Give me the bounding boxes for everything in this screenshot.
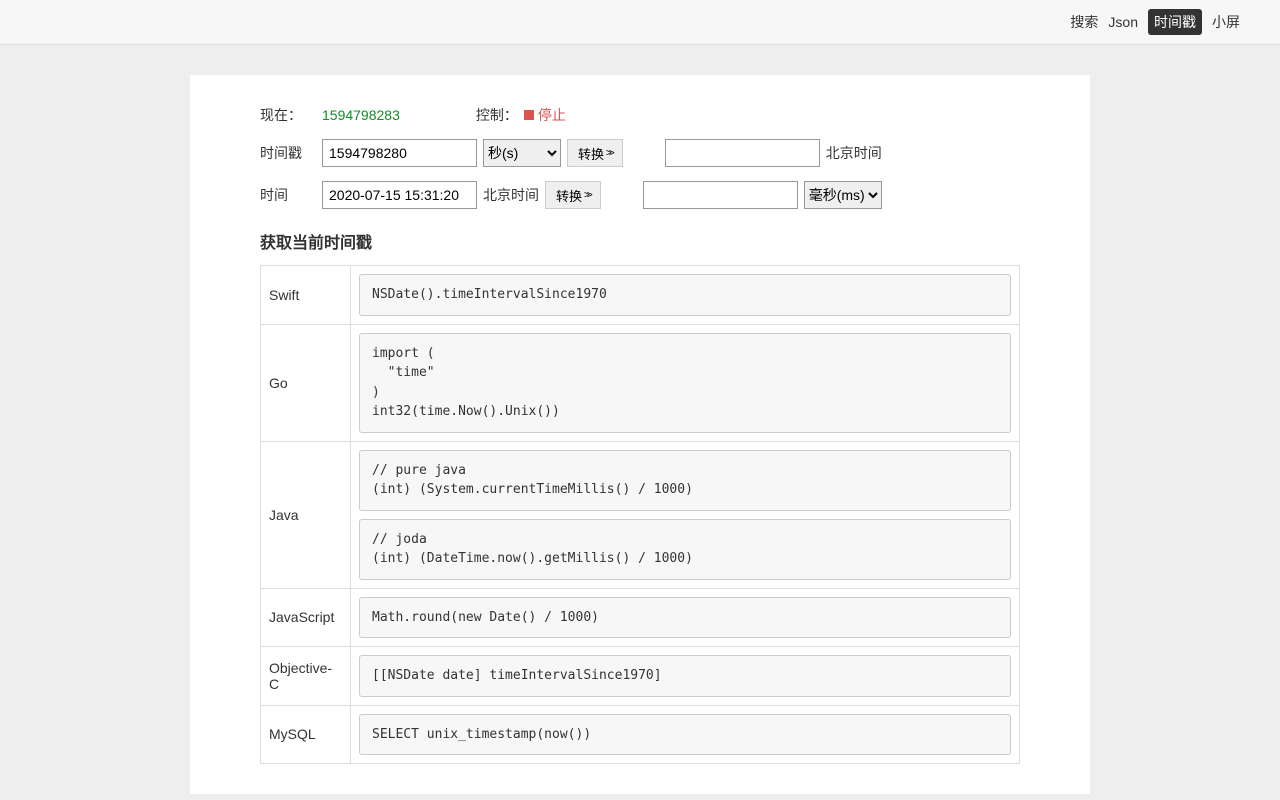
main-panel: 现在： 1594798283 控制： 停止 时间戳 秒(s)毫秒(ms) 转换 … [190, 75, 1090, 794]
top-nav: 搜索 Json 时间戳 小屏 [0, 0, 1280, 45]
now-label: 现在： [260, 105, 316, 125]
code-block: NSDate().timeIntervalSince1970 [359, 274, 1011, 316]
code-block: // joda (int) (DateTime.now().getMillis(… [359, 519, 1011, 580]
lang-cell: JavaScript [261, 588, 351, 647]
code-cell: Math.round(new Date() / 1000) [351, 588, 1020, 647]
table-row: MySQLSELECT unix_timestamp(now()) [261, 705, 1020, 764]
ts-input[interactable] [322, 139, 477, 167]
time-unit-select[interactable]: 秒(s)毫秒(ms) [804, 181, 882, 209]
code-cell: // pure java (int) (System.currentTimeMi… [351, 441, 1020, 588]
table-row: Java// pure java (int) (System.currentTi… [261, 441, 1020, 588]
convert-text: 转换 [578, 144, 604, 163]
code-block: [[NSDate date] timeIntervalSince1970] [359, 655, 1011, 697]
code-cell: [[NSDate date] timeIntervalSince1970] [351, 647, 1020, 706]
table-row: JavaScriptMath.round(new Date() / 1000) [261, 588, 1020, 647]
table-row: Goimport ( "time" ) int32(time.Now().Uni… [261, 324, 1020, 441]
lang-cell: Java [261, 441, 351, 588]
convert-text: 转换 [556, 186, 582, 205]
control-label: 控制： [476, 105, 518, 125]
ts-label: 时间戳 [260, 143, 316, 163]
ts-convert-button[interactable]: 转换 >> [567, 139, 623, 167]
lang-cell: Go [261, 324, 351, 441]
code-block: Math.round(new Date() / 1000) [359, 597, 1011, 639]
code-cell: SELECT unix_timestamp(now()) [351, 705, 1020, 764]
stop-text: 停止 [538, 105, 566, 125]
ts-result-input[interactable] [665, 139, 820, 167]
chevron-right-icon: >> [606, 148, 612, 159]
code-cell: NSDate().timeIntervalSince1970 [351, 266, 1020, 325]
ts-unit-select[interactable]: 秒(s)毫秒(ms) [483, 139, 561, 167]
time-label: 时间 [260, 185, 316, 205]
nav-json[interactable]: Json [1108, 14, 1138, 30]
code-cell: import ( "time" ) int32(time.Now().Unix(… [351, 324, 1020, 441]
nav-timestamp[interactable]: 时间戳 [1148, 9, 1202, 35]
snippets-table: SwiftNSDate().timeIntervalSince1970Goimp… [260, 265, 1020, 764]
stop-icon [524, 110, 534, 120]
nav-search[interactable]: 搜索 [1070, 12, 1098, 32]
code-block: import ( "time" ) int32(time.Now().Unix(… [359, 333, 1011, 433]
code-block: SELECT unix_timestamp(now()) [359, 714, 1011, 756]
lang-cell: Objective-C [261, 647, 351, 706]
stop-button[interactable]: 停止 [524, 105, 566, 125]
snippets-heading: 获取当前时间戳 [260, 229, 1020, 253]
time-tz-label: 北京时间 [483, 185, 539, 205]
time-input[interactable] [322, 181, 477, 209]
chevron-right-icon: >> [584, 190, 590, 201]
nav-small[interactable]: 小屏 [1212, 12, 1240, 32]
lang-cell: MySQL [261, 705, 351, 764]
time-result-input[interactable] [643, 181, 798, 209]
ts-result-label: 北京时间 [826, 143, 882, 163]
lang-cell: Swift [261, 266, 351, 325]
table-row: Objective-C[[NSDate date] timeIntervalSi… [261, 647, 1020, 706]
now-value: 1594798283 [322, 107, 400, 123]
table-row: SwiftNSDate().timeIntervalSince1970 [261, 266, 1020, 325]
code-block: // pure java (int) (System.currentTimeMi… [359, 450, 1011, 511]
time-convert-button[interactable]: 转换 >> [545, 181, 601, 209]
